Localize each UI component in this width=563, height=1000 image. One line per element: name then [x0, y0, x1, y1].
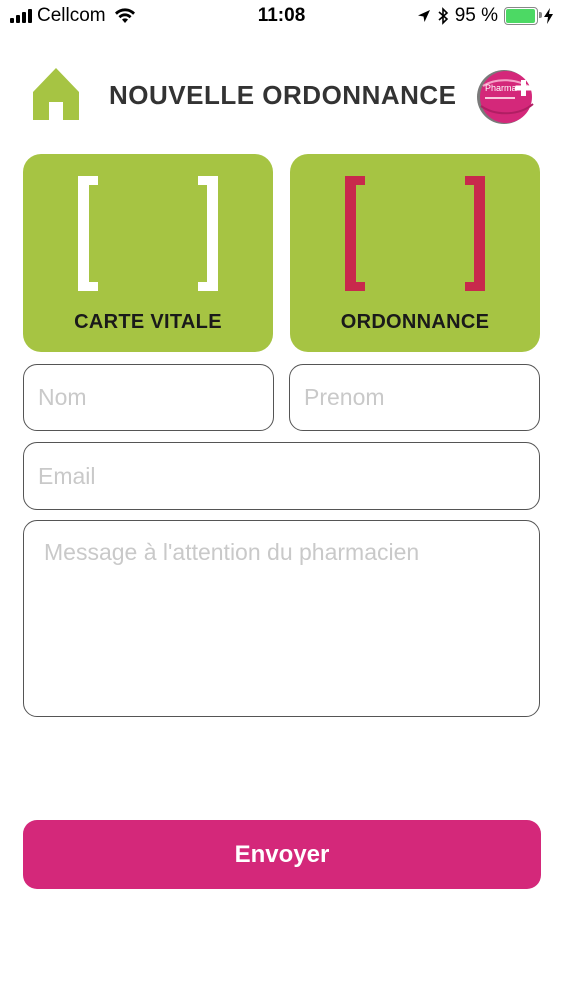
bluetooth-icon	[438, 7, 448, 25]
carte-vitale-button[interactable]: CARTE VITALE	[23, 154, 273, 352]
battery-fill	[506, 9, 535, 23]
send-button[interactable]: Envoyer	[23, 820, 541, 889]
message-field[interactable]	[23, 520, 540, 717]
status-bar: Cellcom 11:08 95 %	[0, 0, 563, 34]
carte-vitale-label: CARTE VITALE	[74, 311, 222, 333]
page-title: NOUVELLE ORDONNANCE	[109, 80, 457, 110]
scan-frame-icon	[345, 176, 485, 291]
battery-percent: 95 %	[454, 5, 498, 26]
charging-bolt-icon	[544, 8, 553, 24]
prenom-field[interactable]	[289, 364, 540, 431]
email-field[interactable]	[23, 442, 540, 510]
battery-icon	[504, 7, 542, 25]
scan-frame-icon	[78, 176, 218, 291]
logo-text: Pharma	[485, 83, 517, 93]
location-arrow-icon	[417, 10, 430, 22]
nom-field[interactable]	[23, 364, 274, 431]
header: NOUVELLE ORDONNANCE Pharma	[0, 60, 563, 130]
ordonnance-button[interactable]: ORDONNANCE	[290, 154, 540, 352]
pharma-logo: Pharma	[477, 70, 534, 124]
home-icon[interactable]	[31, 66, 81, 122]
status-right: 95 %	[417, 5, 553, 27]
ordonnance-label: ORDONNANCE	[340, 311, 490, 333]
